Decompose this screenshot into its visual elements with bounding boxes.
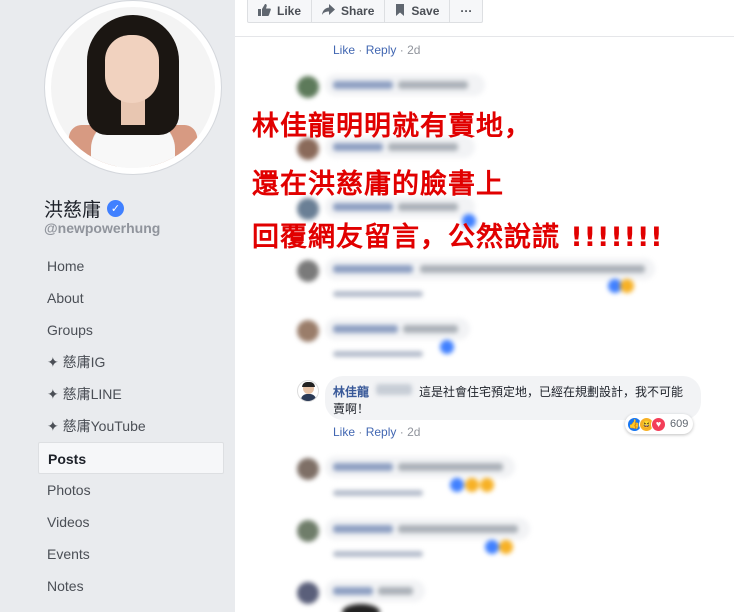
annotation-line-1: 林佳龍明明就有賣地， xyxy=(252,111,532,142)
commenter-name[interactable]: 林佳龍 xyxy=(333,383,369,400)
more-options-button[interactable]: ··· xyxy=(450,0,482,22)
reaction-count: 609 xyxy=(670,418,689,430)
sidebar-item-posts[interactable]: Posts xyxy=(38,442,224,474)
featured-like-link[interactable]: Like xyxy=(333,425,355,439)
separator: · xyxy=(399,425,404,439)
separator: · xyxy=(358,43,363,57)
reaction-summary[interactable]: 👍 😆 ♥ 609 xyxy=(625,414,694,434)
comment-timestamp[interactable]: 2d xyxy=(407,43,420,57)
post-action-bar: Like Share Save ··· xyxy=(247,0,484,23)
separator: · xyxy=(399,43,404,57)
commenter-avatar[interactable] xyxy=(297,380,319,402)
sidebar-item-youtube[interactable]: ✦ 慈庸YouTube xyxy=(38,410,224,442)
featured-reply-link[interactable]: Reply xyxy=(366,425,397,439)
commenter-name-redacted xyxy=(376,384,412,395)
page-name-text[interactable]: 洪慈庸 xyxy=(44,195,101,222)
profile-picture[interactable] xyxy=(44,0,222,175)
sidebar-item-groups[interactable]: Groups xyxy=(38,314,224,346)
like-label: Like xyxy=(277,4,302,18)
sidebar-item-home[interactable]: Home xyxy=(38,250,224,282)
like-button[interactable]: Like xyxy=(248,0,313,22)
more-dots-icon: ··· xyxy=(460,4,473,18)
save-label: Save xyxy=(411,4,440,18)
sidebar-item-photos[interactable]: Photos xyxy=(38,474,224,506)
sidebar-item-ig[interactable]: ✦ 慈庸IG xyxy=(38,346,224,378)
sidebar-item-events[interactable]: Events xyxy=(38,538,224,570)
love-reaction-icon: ♥ xyxy=(651,416,666,432)
thumbs-up-icon xyxy=(258,3,271,19)
bookmark-icon xyxy=(395,3,405,19)
page-title[interactable]: 洪慈庸 ✓ xyxy=(44,195,125,222)
save-button[interactable]: Save xyxy=(385,0,451,22)
comment-actions: Like · Reply · 2d xyxy=(333,43,420,57)
separator: · xyxy=(358,425,363,439)
sidebar-item-notes[interactable]: Notes xyxy=(38,570,224,602)
sidebar-item-line[interactable]: ✦ 慈庸LINE xyxy=(38,378,224,410)
share-button[interactable]: Share xyxy=(312,0,386,22)
page-handle[interactable]: @newpowerhung xyxy=(44,220,160,236)
page-sidebar: 洪慈庸 ✓ @newpowerhung Home About Groups ✦ … xyxy=(0,0,235,612)
divider xyxy=(235,36,734,37)
featured-timestamp[interactable]: 2d xyxy=(407,425,420,439)
comment-like-link[interactable]: Like xyxy=(333,43,355,57)
verified-badge-icon: ✓ xyxy=(107,200,125,217)
profile-photo xyxy=(51,7,215,168)
annotation-line-3: 回覆網友留言，公然說謊 !!!!!!! xyxy=(252,222,664,253)
featured-comment-actions: Like · Reply · 2d xyxy=(333,425,420,439)
share-label: Share xyxy=(341,4,375,18)
comment-reply-link[interactable]: Reply xyxy=(366,43,397,57)
sidebar-item-about[interactable]: About xyxy=(38,282,224,314)
share-arrow-icon xyxy=(322,3,336,19)
sidebar-item-videos[interactable]: Videos xyxy=(38,506,224,538)
annotation-line-2: 還在洪慈庸的臉書上 xyxy=(252,169,504,200)
sidebar-nav: Home About Groups ✦ 慈庸IG ✦ 慈庸LINE ✦ 慈庸Yo… xyxy=(38,250,224,602)
